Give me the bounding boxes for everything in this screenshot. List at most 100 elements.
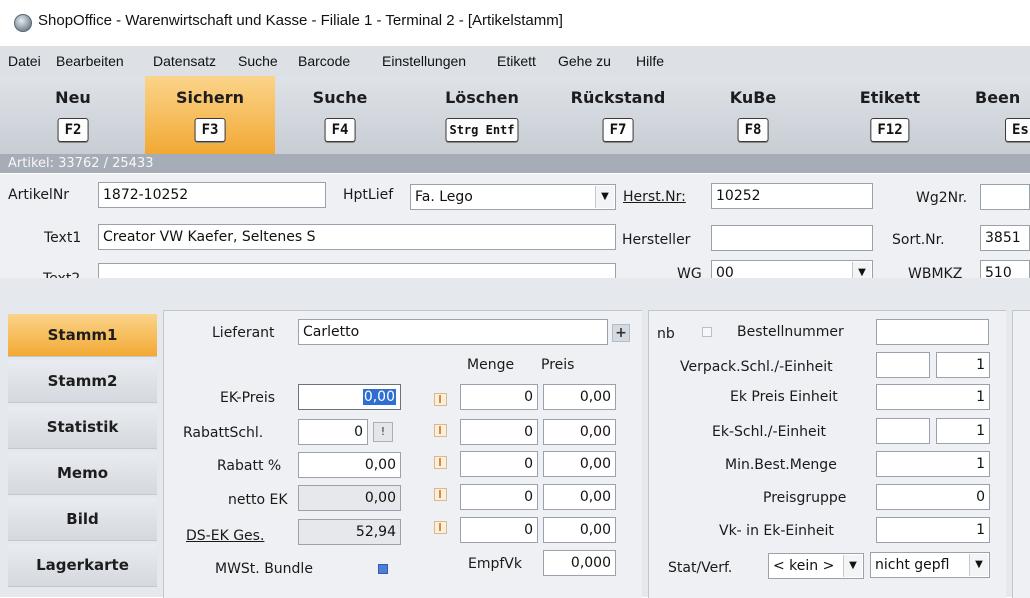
label-print-button[interactable]: Etikett F12 (825, 76, 955, 154)
backorder-button[interactable]: Rückstand F7 (553, 76, 683, 154)
label-print-label: Etikett (859, 88, 921, 107)
dsek-field: 52,94 (298, 519, 401, 545)
nb-label: nb (657, 326, 675, 342)
kube-key: F8 (737, 118, 769, 142)
record-info-bar (0, 155, 1030, 173)
mwst-bundle-indicator[interactable] (378, 564, 388, 574)
ekschl-schl-field[interactable] (876, 418, 930, 444)
menu-suche[interactable]: Suche (238, 53, 278, 69)
chevron-down-icon[interactable]: ▼ (595, 186, 614, 208)
ekpe-field[interactable]: 1 (876, 384, 990, 410)
staffel-preis-5[interactable]: 0,00 (543, 517, 616, 543)
minbest-label: Min.Best.Menge (725, 457, 837, 473)
chevron-down-icon[interactable]: ▼ (969, 554, 988, 576)
staffel-icon[interactable] (434, 521, 447, 534)
pflege-select[interactable]: nicht gepfl ▼ (870, 552, 990, 578)
hersteller-field[interactable] (711, 225, 873, 251)
staffel-icon[interactable] (434, 393, 447, 406)
staffel-menge-5[interactable]: 0 (460, 517, 538, 543)
exit-key: Es (1005, 118, 1030, 142)
bestellnr-field[interactable] (876, 319, 989, 345)
artikelnr-field[interactable]: 1872-10252 (98, 182, 326, 208)
verpack-einheit-field[interactable]: 1 (936, 352, 990, 378)
rabattschl-label: RabattSchl. (183, 425, 264, 441)
empfvk-field[interactable]: 0,000 (543, 550, 616, 576)
new-button[interactable]: Neu F2 (8, 76, 138, 154)
tab-stamm1[interactable]: Stamm1 (8, 314, 157, 357)
sortnr-field[interactable]: 3851 (980, 225, 1030, 251)
new-label: Neu (55, 88, 91, 107)
text1-field[interactable]: Creator VW Kaefer, Seltenes S (98, 224, 616, 250)
nb-checkbox[interactable] (702, 327, 712, 337)
staffel-menge-2[interactable]: 0 (460, 419, 538, 445)
sidebar: Stamm1 Stamm2 Statistik Memo Bild Lagerk… (0, 310, 158, 597)
wg2nr-field[interactable] (980, 184, 1030, 210)
dsek-link[interactable]: DS-EK Ges. (186, 528, 264, 544)
preisgruppe-label: Preisgruppe (763, 490, 847, 506)
staffel-menge-4[interactable]: 0 (460, 484, 538, 510)
staffel-preis-4[interactable]: 0,00 (543, 484, 616, 510)
staffel-menge-1[interactable]: 0 (460, 384, 538, 410)
herstnr-field[interactable]: 10252 (711, 183, 873, 209)
save-key: F3 (194, 118, 226, 142)
app-icon (14, 14, 32, 32)
stat-value: < kein > (773, 558, 835, 574)
bestellnr-label: Bestellnummer (737, 324, 844, 340)
vkek-field[interactable]: 1 (876, 517, 990, 543)
rabattschl-field[interactable]: 0 (298, 419, 368, 445)
ekpreis-field[interactable]: 0,00 (298, 384, 401, 410)
nettoek-label: netto EK (228, 492, 288, 508)
chevron-down-icon[interactable]: ▼ (843, 555, 862, 577)
delete-button[interactable]: Löschen Strg Entf (417, 76, 547, 154)
rabatt-label: Rabatt % (217, 458, 282, 474)
staffel-preis-1[interactable]: 0,00 (543, 384, 616, 410)
menge-header: Menge (467, 357, 515, 373)
menu-einstellungen[interactable]: Einstellungen (382, 53, 466, 69)
tab-statistik[interactable]: Statistik (8, 406, 157, 449)
preisgruppe-field[interactable]: 0 (876, 484, 990, 510)
hersteller-label: Hersteller (622, 232, 691, 248)
herstnr-label: Herst.Nr: (623, 189, 686, 205)
ekschl-einheit-field[interactable]: 1 (936, 418, 990, 444)
staffel-icon[interactable] (434, 488, 447, 501)
menu-hilfe[interactable]: Hilfe (636, 53, 664, 69)
record-info: Artikel: 33762 / 25433 (8, 156, 154, 171)
tab-stamm2[interactable]: Stamm2 (8, 360, 157, 403)
tab-bild[interactable]: Bild (8, 498, 157, 541)
staffel-icon[interactable] (434, 456, 447, 469)
staffel-icon[interactable] (434, 424, 447, 437)
save-label: Sichern (175, 88, 244, 107)
preis-header: Preis (541, 357, 575, 373)
backorder-label: Rückstand (570, 88, 666, 107)
herstnr-link[interactable]: Herst.Nr: (623, 189, 686, 205)
add-supplier-button[interactable]: + (612, 324, 630, 342)
staffel-menge-3[interactable]: 0 (460, 451, 538, 477)
exit-button[interactable]: Been Es (955, 76, 1030, 154)
save-button[interactable]: Sichern F3 (145, 76, 275, 154)
staffel-preis-3[interactable]: 0,00 (543, 451, 616, 477)
lieferant-field[interactable]: Carletto (298, 319, 608, 345)
minbest-field[interactable]: 1 (876, 451, 990, 477)
hptlief-select[interactable]: Fa. Lego ▼ (410, 184, 616, 210)
rabatt-field[interactable]: 0,00 (298, 452, 401, 478)
wg2nr-label: Wg2Nr. (916, 190, 968, 206)
verpack-schl-field[interactable] (876, 352, 930, 378)
menu-gehe-zu[interactable]: Gehe zu (558, 53, 611, 69)
menu-barcode[interactable]: Barcode (298, 53, 350, 69)
menu-bearbeiten[interactable]: Bearbeiten (56, 53, 124, 69)
label-print-key: F12 (870, 118, 910, 142)
ekschl-label: Ek-Schl./-Einheit (712, 424, 827, 440)
menu-datensatz[interactable]: Datensatz (153, 53, 216, 69)
tab-lagerkarte[interactable]: Lagerkarte (8, 544, 157, 587)
empfvk-label: EmpfVk (468, 556, 522, 572)
hptlief-value: Fa. Lego (415, 189, 473, 205)
staffel-preis-2[interactable]: 0,00 (543, 419, 616, 445)
stat-select[interactable]: < kein > ▼ (768, 553, 864, 579)
search-button[interactable]: Suche F4 (275, 76, 405, 154)
rabatt-info-button[interactable]: ! (373, 422, 393, 442)
menu-bar: Datei Bearbeiten Datensatz Suche Barcode… (0, 46, 1030, 76)
menu-etikett[interactable]: Etikett (497, 53, 536, 69)
tab-memo[interactable]: Memo (8, 452, 157, 495)
menu-datei[interactable]: Datei (8, 53, 41, 69)
kube-button[interactable]: KuBe F8 (688, 76, 818, 154)
